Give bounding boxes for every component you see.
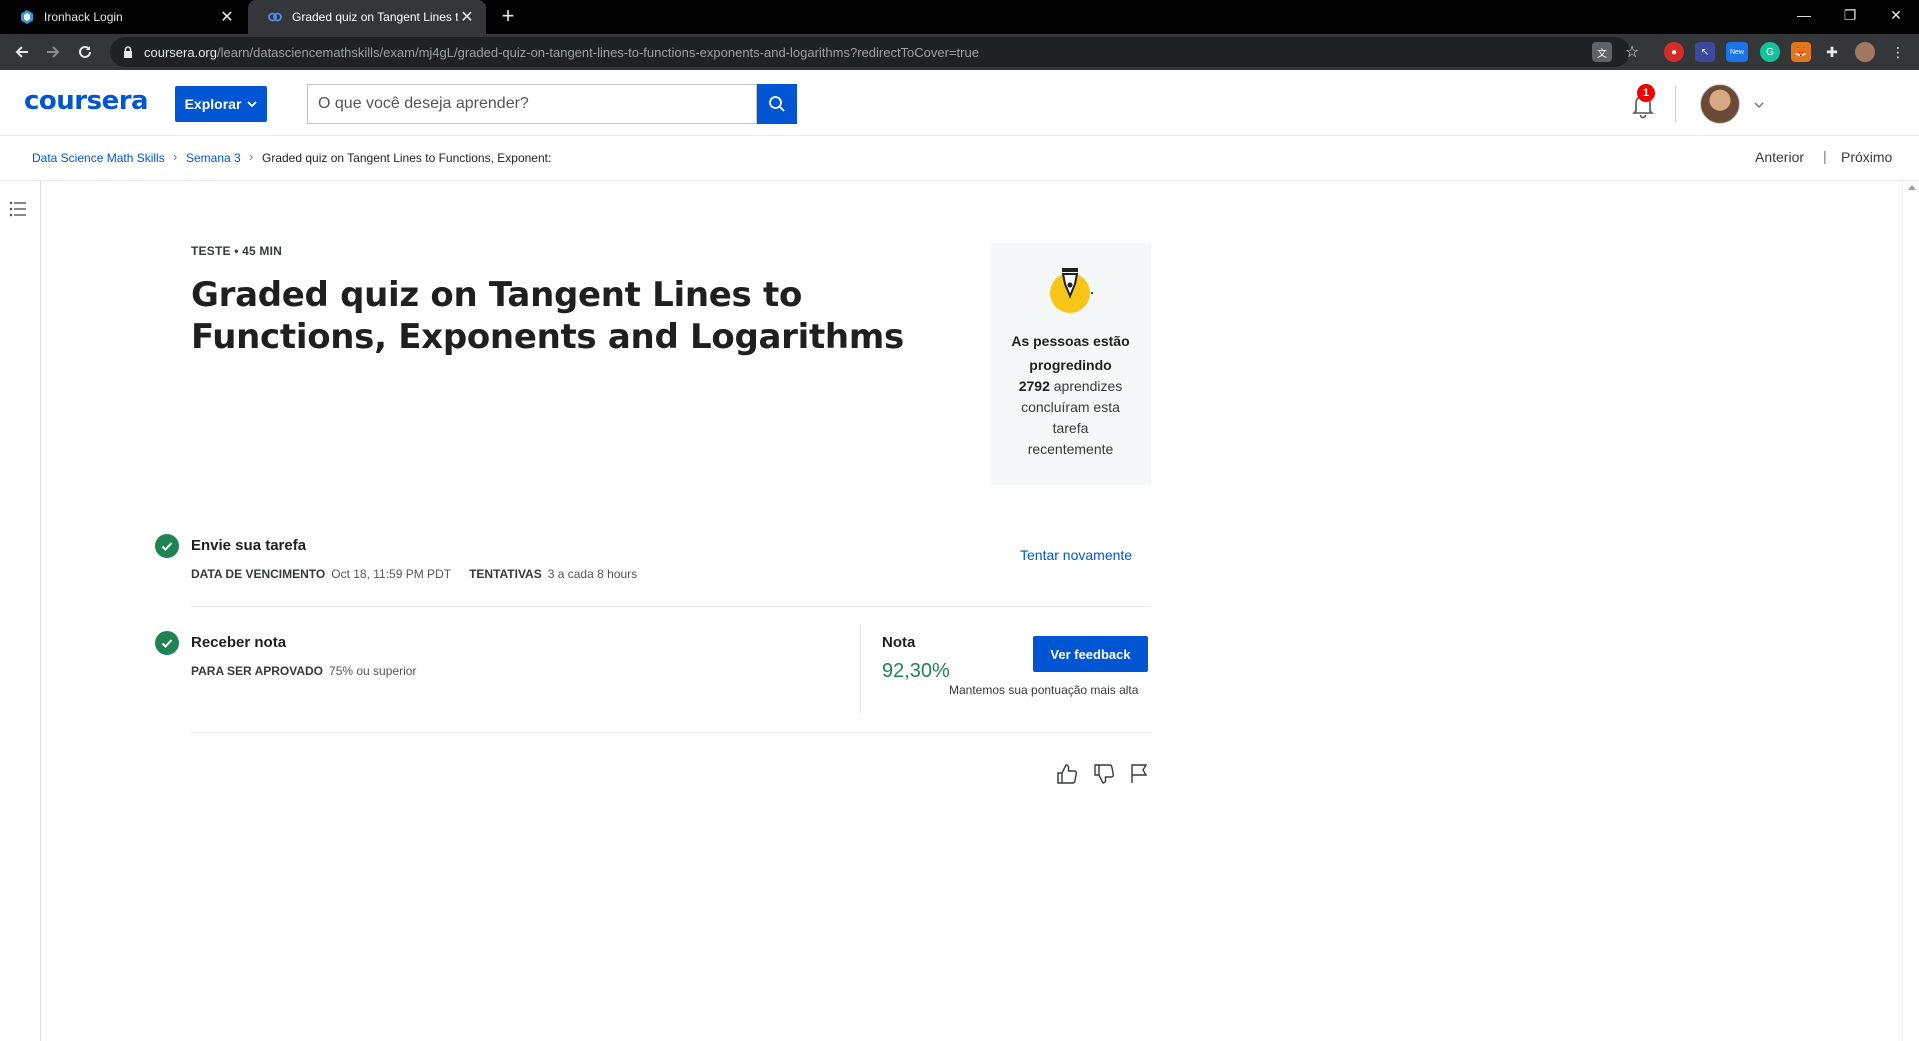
menu-icon[interactable]: ⋮ <box>1888 42 1908 62</box>
extension-icon[interactable]: ↖ <box>1695 42 1715 62</box>
nav-divider: | <box>1823 148 1827 164</box>
star-icon[interactable]: ☆ <box>1622 42 1642 62</box>
chevron-right-icon: › <box>249 149 254 164</box>
back-icon[interactable] <box>10 40 34 64</box>
chevron-down-icon <box>247 101 258 108</box>
pen-nib-icon <box>1050 268 1093 313</box>
breadcrumb-course[interactable]: Data Science Math Skills <box>32 151 165 165</box>
fox-icon[interactable]: 🦊 <box>1791 42 1811 62</box>
divider <box>191 606 1151 607</box>
breadcrumb-week[interactable]: Semana 3 <box>186 151 241 165</box>
divider <box>191 732 1151 733</box>
notification-badge: 1 <box>1637 84 1655 102</box>
grade-step-meta: PARA SER APROVADO 75% ou superior <box>191 664 417 678</box>
page-title: Graded quiz on Tangent Lines to Function… <box>191 275 904 357</box>
header-divider <box>1675 86 1676 122</box>
search-input[interactable] <box>318 95 756 113</box>
window-close-icon[interactable]: ✕ <box>1873 0 1919 30</box>
progress-heading: As pessoas estão progredindo <box>1011 333 1130 373</box>
explore-button[interactable]: Explorar <box>175 86 267 122</box>
browser-address-bar: coursera.org/learn/datasciencemathskills… <box>0 34 1919 70</box>
search-button[interactable] <box>757 84 797 124</box>
ironhack-favicon-icon <box>20 10 34 24</box>
minimize-icon[interactable]: — <box>1781 0 1827 30</box>
restore-icon[interactable]: ❐ <box>1827 0 1873 30</box>
tab-title: Ironhack Login <box>44 10 123 24</box>
lastpass-icon[interactable]: ● <box>1664 42 1684 62</box>
browser-tab-bar: Ironhack Login ✕ Graded quiz on Tangent … <box>0 0 1919 34</box>
previous-link[interactable]: Anterior <box>1755 149 1804 165</box>
view-feedback-button[interactable]: Ver feedback <box>1033 636 1148 672</box>
tab-close-icon[interactable]: ✕ <box>458 8 476 26</box>
check-icon <box>155 534 179 558</box>
thumbs-up-icon[interactable] <box>1055 762 1079 786</box>
tab-ironhack-login[interactable]: Ironhack Login ✕ <box>0 0 246 34</box>
thumbs-down-icon[interactable] <box>1092 762 1116 786</box>
site-header: coursera Explorar 1 <box>0 70 1919 136</box>
reload-icon[interactable] <box>73 40 97 64</box>
check-icon <box>155 631 179 655</box>
grade-step-title: Receber nota <box>191 634 287 651</box>
submit-step-title: Envie sua tarefa <box>191 537 307 554</box>
puzzle-icon[interactable]: ✚ <box>1822 42 1842 62</box>
breadcrumb: Data Science Math Skills › Semana 3 › Gr… <box>0 136 1919 181</box>
retry-link[interactable]: Tentar novamente <box>1020 547 1132 563</box>
url-text: coursera.org/learn/datasciencemathskills… <box>144 44 979 60</box>
grammarly-icon[interactable]: G <box>1760 42 1780 62</box>
url-bar[interactable]: coursera.org/learn/datasciencemathskills… <box>110 37 1630 67</box>
grade-label: Nota <box>882 634 916 651</box>
tab-close-icon[interactable]: ✕ <box>218 8 236 26</box>
tab-graded-quiz[interactable]: Graded quiz on Tangent Lines to ✕ <box>248 0 486 34</box>
quiz-kicker: TESTE • 45 MIN <box>191 244 283 258</box>
left-rail <box>0 181 41 1041</box>
tab-title: Graded quiz on Tangent Lines to <box>292 10 458 24</box>
list-menu-icon[interactable] <box>9 200 27 218</box>
breadcrumb-current: Graded quiz on Tangent Lines to Function… <box>262 151 552 165</box>
profile-icon[interactable] <box>1855 42 1875 62</box>
translate-icon[interactable]: 文 <box>1592 42 1612 62</box>
next-link[interactable]: Próximo <box>1841 149 1892 165</box>
progress-card: As pessoas estão progredindo 2792 aprend… <box>990 243 1151 485</box>
new-extension-icon[interactable]: New <box>1726 42 1748 62</box>
lock-icon[interactable] <box>120 44 136 60</box>
submit-step-meta: DATA DE VENCIMENTO Oct 18, 11:59 PM PDT TE… <box>191 567 638 581</box>
search-box <box>307 84 757 124</box>
scrollbar[interactable] <box>1902 181 1919 1041</box>
coursera-favicon-icon <box>268 10 282 24</box>
coursera-logo[interactable]: coursera <box>24 86 149 116</box>
flag-icon[interactable] <box>1127 762 1151 786</box>
grade-divider <box>860 624 861 714</box>
new-tab-icon[interactable]: + <box>496 5 520 29</box>
scroll-up-icon[interactable] <box>1908 185 1916 190</box>
search-icon <box>769 96 785 112</box>
forward-icon[interactable] <box>41 40 65 64</box>
chevron-down-icon[interactable] <box>1752 98 1766 112</box>
avatar[interactable] <box>1700 84 1740 124</box>
progress-body: 2792 aprendizes concluíram esta tarefa r… <box>1018 378 1123 457</box>
highest-score-note: Mantemos sua pontuação mais alta <box>949 683 1139 697</box>
grade-value: 92,30% <box>882 660 950 682</box>
chevron-right-icon: › <box>173 149 178 164</box>
